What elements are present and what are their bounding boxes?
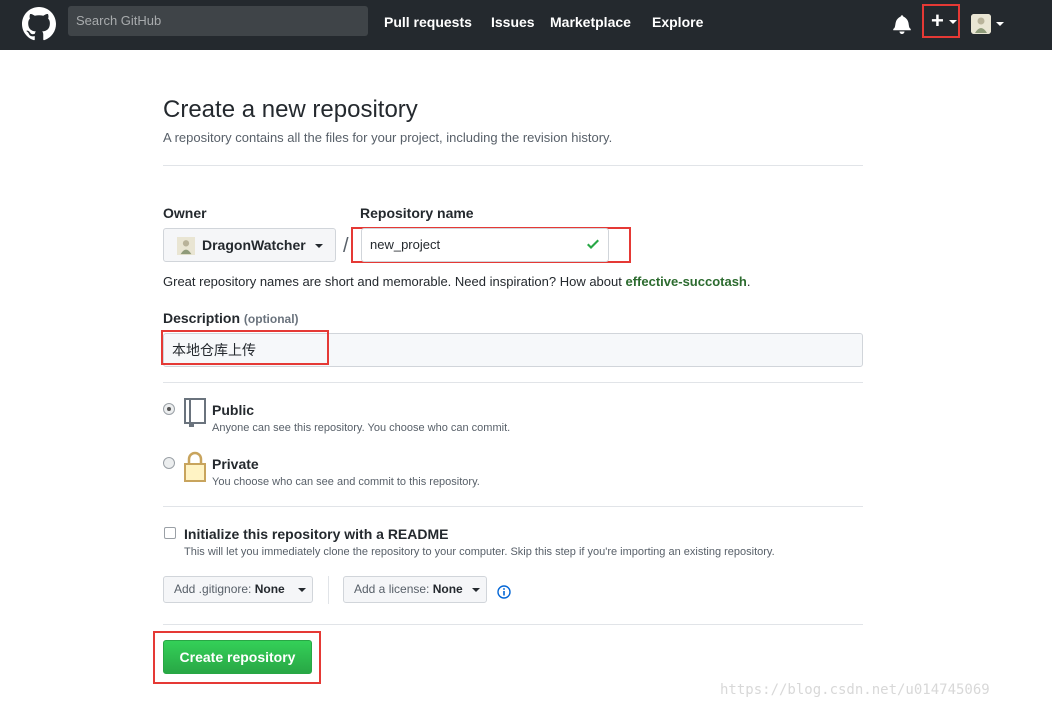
chevron-down-icon	[298, 588, 306, 592]
nav-pull-requests[interactable]: Pull requests	[384, 14, 472, 30]
search-input[interactable]: Search GitHub	[68, 6, 368, 36]
gitignore-select[interactable]: Add .gitignore: None	[163, 576, 313, 603]
repo-name-hint: Great repository names are short and mem…	[163, 274, 751, 289]
license-select[interactable]: Add a license: None	[343, 576, 487, 603]
bell-icon[interactable]	[893, 14, 911, 34]
gitignore-value: None	[254, 582, 285, 596]
highlight-box	[161, 330, 329, 365]
gitignore-label: Add .gitignore:	[174, 582, 252, 596]
name-suggestion-link[interactable]: effective-succotash	[625, 274, 746, 289]
github-logo-icon[interactable]	[22, 7, 56, 41]
public-radio[interactable]	[163, 403, 175, 415]
divider	[163, 506, 863, 507]
readme-title: Initialize this repository with a README	[184, 526, 449, 542]
chevron-down-icon	[315, 244, 323, 248]
check-icon	[587, 239, 599, 249]
optional-tag: (optional)	[243, 312, 299, 326]
create-repository-button[interactable]: Create repository	[163, 640, 312, 674]
public-title: Public	[212, 402, 255, 418]
private-title: Private	[212, 456, 259, 472]
owner-select[interactable]: DragonWatcher	[163, 228, 336, 262]
private-radio[interactable]	[163, 457, 175, 469]
avatar-chevron-down-icon[interactable]	[996, 22, 1004, 26]
hint-end: .	[746, 274, 751, 289]
nav-explore[interactable]: Explore	[652, 14, 703, 30]
readme-checkbox[interactable]	[164, 527, 176, 539]
separator	[328, 576, 329, 604]
repo-name-input[interactable]: new_project	[361, 228, 609, 262]
new-menu-button[interactable]: +	[922, 4, 960, 38]
owner-name: DragonWatcher	[202, 237, 306, 253]
chevron-down-icon	[472, 588, 480, 592]
owner-repo-separator: /	[343, 235, 349, 257]
info-icon[interactable]	[497, 585, 511, 599]
chevron-down-icon	[949, 20, 957, 24]
page-subtitle: A repository contains all the files for …	[163, 130, 613, 145]
nav-marketplace[interactable]: Marketplace	[550, 14, 631, 30]
page-title: Create a new repository	[163, 96, 418, 123]
owner-label: Owner	[163, 205, 207, 221]
owner-avatar	[177, 237, 195, 255]
avatar-image-icon	[177, 237, 195, 255]
license-value: None	[432, 582, 463, 596]
top-nav-bar: Search GitHub Pull requests Issues Marke…	[0, 0, 1052, 50]
description-label: Description (optional)	[163, 310, 299, 326]
watermark: https://blog.csdn.net/u014745069	[720, 682, 990, 698]
divider	[163, 624, 863, 625]
avatar-image-icon	[971, 14, 991, 34]
plus-icon: +	[931, 8, 944, 33]
readme-note: This will let you immediately clone the …	[184, 546, 775, 558]
public-note: Anyone can see this repository. You choo…	[212, 422, 511, 434]
divider	[163, 165, 863, 166]
hint-text: Great repository names are short and mem…	[163, 274, 622, 289]
private-note: You choose who can see and commit to thi…	[212, 476, 480, 488]
nav-issues[interactable]: Issues	[491, 14, 535, 30]
description-label-text: Description	[163, 310, 241, 326]
divider	[163, 382, 863, 383]
user-avatar[interactable]	[971, 14, 991, 34]
lock-icon	[184, 451, 206, 482]
license-label: Add a license:	[354, 582, 430, 596]
repo-name-label: Repository name	[360, 205, 474, 221]
repo-book-icon	[184, 398, 206, 427]
